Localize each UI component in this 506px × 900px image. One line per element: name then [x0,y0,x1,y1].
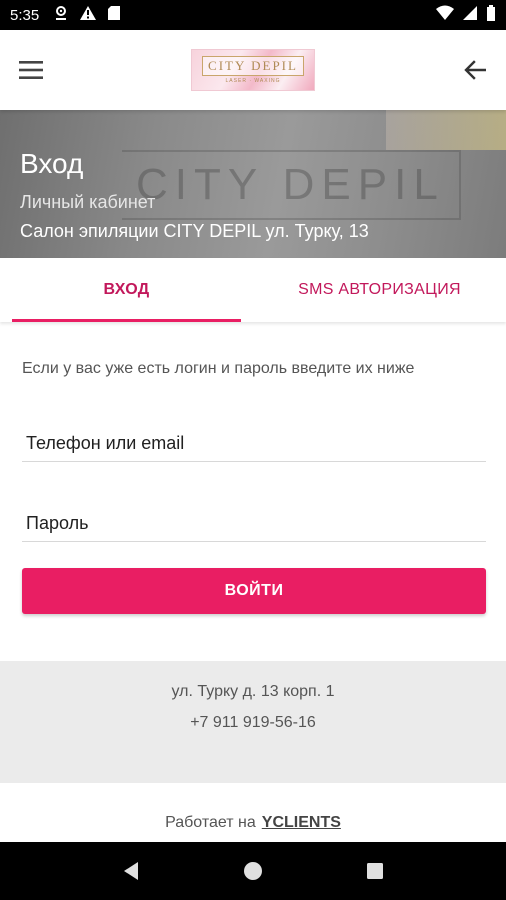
salon-name: Салон эпиляции CITY DEPIL ул. Турку, 13 [20,221,369,241]
status-bar: 5:35 [0,0,506,30]
tab-login[interactable]: ВХОД [0,258,253,322]
nav-back-icon[interactable] [111,851,151,891]
sd-card-icon [107,5,121,25]
powered-by-label: Работает на [165,814,256,831]
logo-subtext: LASER · WAXING [225,78,281,84]
hero-background-brand: CITY DEPIL [122,150,461,220]
arrow-back-icon[interactable] [460,55,490,85]
salon-address: ул. Турку д. 13 корп. 1 [171,683,335,700]
warning-icon [79,5,97,25]
login-button[interactable]: ВОЙТИ [22,568,486,614]
location-icon [53,5,69,25]
yclients-link[interactable]: YCLIENTS [262,814,341,831]
powered-by: Работает на YCLIENTS [0,814,506,832]
nav-home-icon[interactable] [233,851,273,891]
auth-tabs: ВХОД SMS АВТОРИЗАЦИЯ [0,258,506,322]
status-right-icons [436,5,496,25]
system-nav-bar [0,842,506,900]
signal-icon [462,5,478,25]
page-subtitle: Личный кабинет [20,192,156,212]
tab-sms-auth[interactable]: SMS АВТОРИЗАЦИЯ [253,258,506,322]
hamburger-menu-icon[interactable] [16,55,46,85]
status-left-icons [53,5,121,25]
phone-email-field [22,426,486,462]
page-title: Вход [20,148,84,179]
hero-decoration [386,110,506,150]
phone-email-input[interactable] [22,426,486,461]
app-bar: CITY DEPIL LASER · WAXING [0,30,506,110]
wifi-icon [436,5,454,25]
brand-logo: CITY DEPIL LASER · WAXING [191,49,315,91]
password-input[interactable] [22,506,486,541]
contact-section: ул. Турку д. 13 корп. 1 +7 911 919-56-16 [0,661,506,783]
battery-icon [486,5,496,25]
salon-phone[interactable]: +7 911 919-56-16 [0,714,506,732]
status-time: 5:35 [10,6,40,24]
password-field [22,506,486,542]
nav-recents-icon[interactable] [355,851,395,891]
hero-header: CITY DEPIL Вход Личный кабинет Салон эпи… [0,110,506,258]
login-instructions: Если у вас уже есть логин и пароль введи… [22,360,415,377]
logo-text: CITY DEPIL [202,56,304,76]
